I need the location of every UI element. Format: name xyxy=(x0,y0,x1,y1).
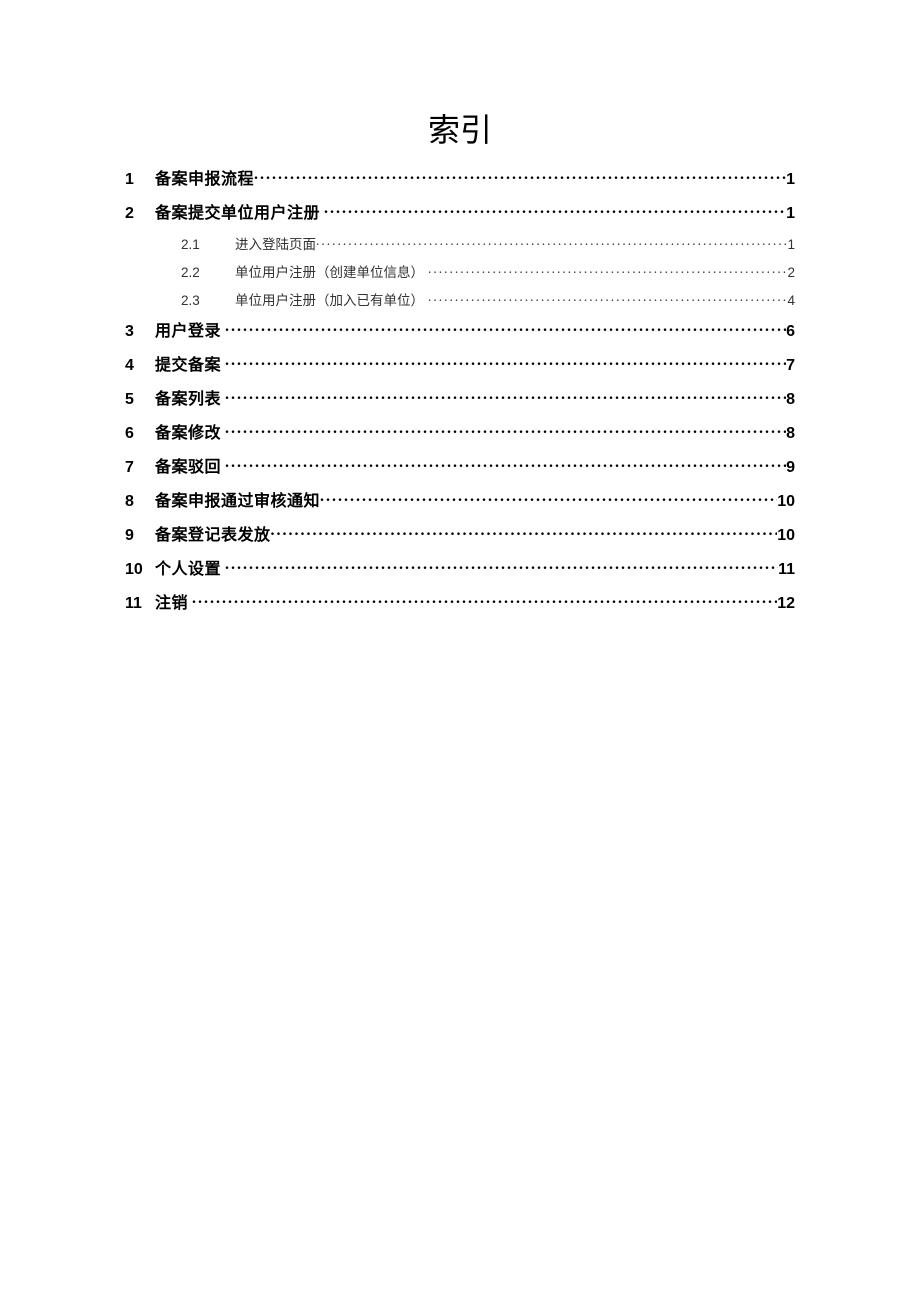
toc-label: 备案申报流程 xyxy=(155,165,254,189)
toc-leader xyxy=(316,236,787,250)
toc-entry[interactable]: 1 备案申报流程 1 xyxy=(125,165,795,189)
toc-entry[interactable]: 8 备案申报通过审核通知 10 xyxy=(125,487,795,511)
toc-page: 12 xyxy=(777,595,795,613)
toc-number: 9 xyxy=(125,527,155,545)
toc-page: 8 xyxy=(786,391,795,409)
toc-label: 注销 xyxy=(155,589,188,613)
document-page: 索引 1 备案申报流程 1 2 备案提交单位用户注册 1 2.1 进入登陆页面 … xyxy=(125,105,795,613)
toc-page: 1 xyxy=(787,237,795,252)
toc-label: 备案修改 xyxy=(155,419,221,443)
toc-subentry[interactable]: 2.2 单位用户注册（创建单位信息） 2 xyxy=(125,261,795,281)
toc-label: 进入登陆页面 xyxy=(235,233,316,253)
toc-entry[interactable]: 2 备案提交单位用户注册 1 xyxy=(125,199,795,223)
toc-number: 3 xyxy=(125,323,155,341)
toc-number: 2.1 xyxy=(181,237,235,252)
toc-leader xyxy=(254,168,786,184)
toc-entry[interactable]: 4 提交备案 7 xyxy=(125,351,795,375)
toc-page: 1 xyxy=(786,171,795,189)
toc-leader xyxy=(192,592,777,608)
toc-leader xyxy=(428,292,787,306)
toc-leader xyxy=(225,388,786,404)
toc-subentry[interactable]: 2.3 单位用户注册（加入已有单位） 4 xyxy=(125,289,795,309)
toc-page: 4 xyxy=(787,293,795,308)
toc-leader xyxy=(225,320,786,336)
toc-number: 1 xyxy=(125,171,155,189)
toc-number: 2.2 xyxy=(181,265,235,280)
toc-leader xyxy=(320,490,777,506)
toc-number: 7 xyxy=(125,459,155,477)
toc-leader xyxy=(324,202,786,218)
toc-label: 备案登记表发放 xyxy=(155,521,271,545)
toc-page: 6 xyxy=(786,323,795,341)
toc-leader xyxy=(225,354,786,370)
toc-number: 2 xyxy=(125,205,155,223)
toc-page: 10 xyxy=(777,527,795,545)
toc-label: 备案列表 xyxy=(155,385,221,409)
toc-label: 单位用户注册（加入已有单位） xyxy=(235,289,424,309)
toc-leader xyxy=(225,456,786,472)
toc-page: 1 xyxy=(786,205,795,223)
toc-label: 备案提交单位用户注册 xyxy=(155,199,320,223)
toc-number: 11 xyxy=(125,595,155,613)
toc-number: 6 xyxy=(125,425,155,443)
toc-number: 4 xyxy=(125,357,155,375)
toc-subentry[interactable]: 2.1 进入登陆页面 1 xyxy=(125,233,795,253)
toc-page: 8 xyxy=(786,425,795,443)
toc-number: 10 xyxy=(125,561,155,579)
toc-entry[interactable]: 7 备案驳回 9 xyxy=(125,453,795,477)
toc-entry[interactable]: 6 备案修改 8 xyxy=(125,419,795,443)
toc-label: 个人设置 xyxy=(155,555,221,579)
toc-number: 5 xyxy=(125,391,155,409)
table-of-contents: 1 备案申报流程 1 2 备案提交单位用户注册 1 2.1 进入登陆页面 1 2… xyxy=(125,165,795,613)
toc-label: 备案申报通过审核通知 xyxy=(155,487,320,511)
toc-entry[interactable]: 11 注销 12 xyxy=(125,589,795,613)
toc-label: 单位用户注册（创建单位信息） xyxy=(235,261,424,281)
toc-number: 2.3 xyxy=(181,293,235,308)
page-title: 索引 xyxy=(125,105,795,151)
toc-page: 11 xyxy=(778,561,795,579)
toc-entry[interactable]: 10 个人设置 11 xyxy=(125,555,795,579)
toc-leader xyxy=(225,558,778,574)
toc-entry[interactable]: 3 用户登录 6 xyxy=(125,317,795,341)
toc-label: 提交备案 xyxy=(155,351,221,375)
toc-page: 10 xyxy=(777,493,795,511)
toc-entry[interactable]: 5 备案列表 8 xyxy=(125,385,795,409)
toc-page: 9 xyxy=(786,459,795,477)
toc-number: 8 xyxy=(125,493,155,511)
toc-entry[interactable]: 9 备案登记表发放 10 xyxy=(125,521,795,545)
toc-label: 备案驳回 xyxy=(155,453,221,477)
toc-page: 2 xyxy=(787,265,795,280)
toc-label: 用户登录 xyxy=(155,317,221,341)
toc-leader xyxy=(225,422,786,438)
toc-leader xyxy=(428,264,787,278)
toc-leader xyxy=(271,524,778,540)
toc-page: 7 xyxy=(786,357,795,375)
